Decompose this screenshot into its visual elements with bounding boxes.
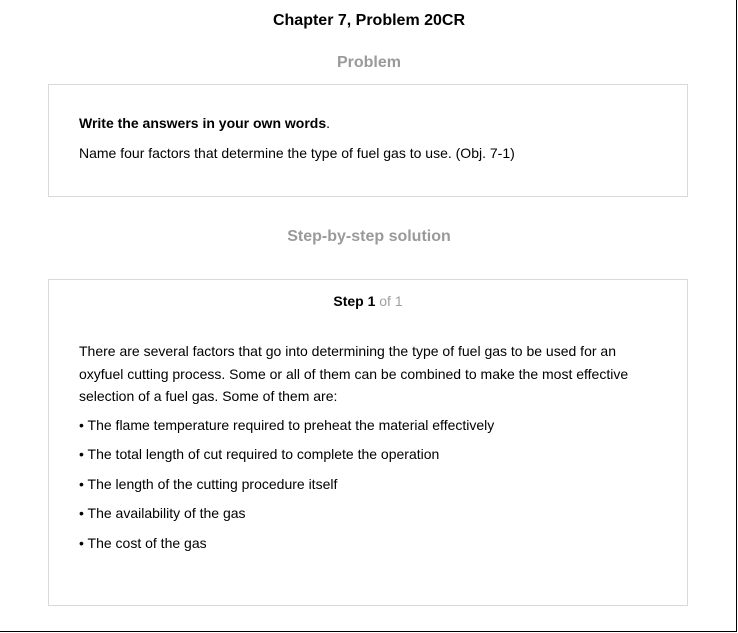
page-title: Chapter 7, Problem 20CR <box>272 12 466 29</box>
solution-card: Step 1 of 1 There are several factors th… <box>48 279 688 606</box>
solution-body: There are several factors that go into d… <box>79 340 654 561</box>
list-item: • The length of the cutting procedure it… <box>79 475 338 492</box>
list-item: • The cost of the gas <box>79 534 207 551</box>
step-number: Step 1 <box>333 293 376 309</box>
factor-list: • The flame temperature required to preh… <box>79 414 654 555</box>
step-indicator: Step 1 of 1 <box>49 293 687 309</box>
problem-instruction: Write the answers in your own words. <box>79 115 330 131</box>
problem-heading: Problem <box>336 54 401 71</box>
list-item: • The total length of cut required to co… <box>79 446 440 462</box>
instruction-end-text: . <box>326 115 331 131</box>
list-item: • The flame temperature required to preh… <box>79 416 495 433</box>
solution-intro: There are several factors that go into d… <box>79 343 629 404</box>
solution-heading: Step-by-step solution <box>287 228 451 245</box>
step-total: of 1 <box>375 293 403 309</box>
list-item: • The availability of the gas <box>79 505 246 521</box>
problem-question: Name four factors that determine the typ… <box>79 145 515 161</box>
instruction-bold-text: Write the answers in your own words <box>79 115 327 131</box>
problem-card: Write the answers in your own words. Nam… <box>48 84 688 197</box>
